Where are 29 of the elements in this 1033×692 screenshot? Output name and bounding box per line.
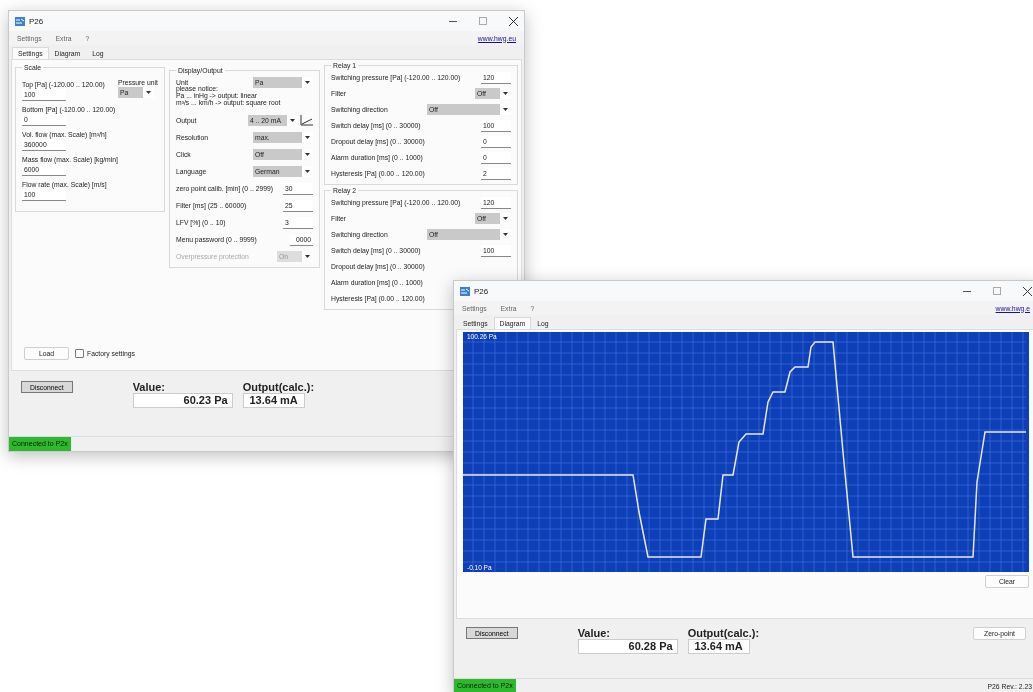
output-reading: 13.64 mA: [242, 393, 305, 408]
output-reading: 13.64 mA: [687, 639, 750, 654]
caret-icon: [305, 255, 310, 258]
caret-icon: [290, 119, 295, 122]
minimize-icon[interactable]: [963, 290, 971, 292]
value-reading: 60.23 Pa: [132, 393, 233, 408]
caret-icon: [503, 92, 508, 95]
value-label: Value:: [132, 381, 167, 393]
caret-icon: [305, 153, 310, 156]
window-title: P26: [474, 286, 489, 296]
caret-icon: [503, 233, 508, 236]
app-icon: [15, 16, 25, 26]
caret-icon: [305, 136, 310, 139]
output-label: Output(calc.):: [687, 627, 760, 639]
value-label: Value:: [577, 627, 612, 639]
app-icon: [460, 286, 470, 296]
caret-icon: [503, 108, 508, 111]
caret-icon: [305, 170, 310, 173]
minimize-icon[interactable]: [449, 20, 457, 22]
window-title: P26: [29, 16, 44, 26]
output-curve-icon: [300, 115, 313, 126]
close-icon[interactable]: [1023, 286, 1032, 296]
caret-icon: [503, 217, 508, 220]
output-label: Output(calc.):: [242, 381, 315, 393]
caret-icon: [305, 81, 310, 84]
value-reading: 60.28 Pa: [577, 639, 678, 654]
caret-icon: [145, 91, 151, 94]
checkbox[interactable]: [75, 349, 84, 358]
close-icon[interactable]: [509, 16, 518, 26]
